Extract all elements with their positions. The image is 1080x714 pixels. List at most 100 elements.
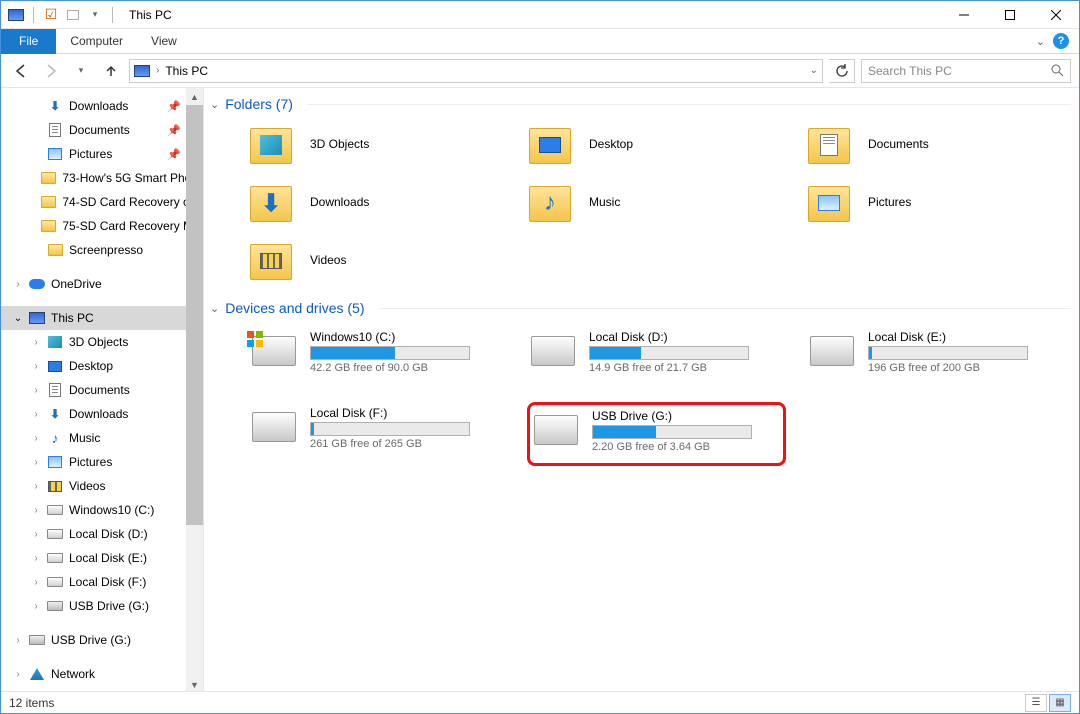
group-folders-label: Folders (7) [225,96,293,112]
qat-properties-icon[interactable]: ☑ [42,6,60,24]
drive-item[interactable]: USB Drive (G:) 2.20 GB free of 3.64 GB [527,402,786,466]
tree-pc-child[interactable]: › Local Disk (F:) [1,570,203,594]
tree-pc-child[interactable]: › Local Disk (E:) [1,546,203,570]
drive-usage-bar [310,346,470,360]
folder-icon [527,124,573,164]
tree-quick-item[interactable]: › 75-SD Card Recovery Meth [1,214,203,238]
folder-item[interactable]: ♪ Music [527,178,786,226]
status-bar: 12 items ☰ ▦ [1,691,1079,713]
file-tab[interactable]: File [1,29,56,54]
minimize-button[interactable] [941,1,987,29]
search-input[interactable]: Search This PC [861,59,1071,83]
folder-item[interactable]: Pictures [806,178,1065,226]
drive-item[interactable]: Windows10 (C:) 42.2 GB free of 90.0 GB [248,326,507,384]
scroll-thumb[interactable] [186,105,203,525]
tree-onedrive[interactable]: › OneDrive [1,272,203,296]
ribbon-expand-icon[interactable]: ⌄ [1036,35,1045,48]
breadcrumb[interactable]: This PC [165,64,208,78]
forward-button[interactable] [39,59,63,83]
content-pane[interactable]: ⌄ Folders (7) 3D Objects Desktop Documen… [204,88,1079,693]
tree-usb-root[interactable]: › USB Drive (G:) [1,628,203,652]
chevron-down-icon[interactable]: ⌄ [210,98,219,111]
tree-item-label: Local Disk (E:) [69,551,147,565]
tree-quick-item[interactable]: › Screenpresso [1,238,203,262]
folder-label: 3D Objects [310,137,369,151]
refresh-button[interactable] [829,59,855,83]
folder-item[interactable]: Desktop [527,120,786,168]
tree-item-label: 75-SD Card Recovery Meth [62,219,204,233]
tree-pc-child[interactable]: › USB Drive (G:) [1,594,203,618]
group-drives-header[interactable]: ⌄ Devices and drives (5) [210,300,1071,316]
folder-item[interactable]: Documents [806,120,1065,168]
pin-icon: 📌 [167,100,181,113]
tree-quick-item[interactable]: › Pictures 📌 [1,142,203,166]
tree-item-label: Documents [69,123,130,137]
navigation-tree[interactable]: ›⬇ Downloads 📌 › Documents 📌 › Pictures … [1,88,204,693]
tree-pc-child[interactable]: › Desktop [1,354,203,378]
tree-pc-child[interactable]: › Videos [1,474,203,498]
folder-item[interactable]: 3D Objects [248,120,507,168]
recent-dropdown-icon[interactable]: ▾ [69,59,93,83]
tab-view[interactable]: View [137,29,191,54]
tree-quick-item[interactable]: › Documents 📌 [1,118,203,142]
tree-thispc[interactable]: ⌄ This PC [1,306,203,330]
chevron-right-icon[interactable]: › [156,65,159,76]
drive-free-text: 42.2 GB free of 90.0 GB [310,362,480,374]
address-bar[interactable]: › This PC ⌄ [129,59,823,83]
drive-item[interactable]: Local Disk (F:) 261 GB free of 265 GB [248,402,507,466]
tree-scrollbar[interactable]: ▲ ▼ [186,88,203,693]
tree-item-label: Local Disk (F:) [69,575,146,589]
tree-pc-child[interactable]: › Documents [1,378,203,402]
view-large-icons-button[interactable]: ▦ [1049,694,1071,712]
folder-icon: ♪ [527,182,573,222]
tree-pc-child[interactable]: › Windows10 (C:) [1,498,203,522]
tab-computer[interactable]: Computer [56,29,137,54]
tree-pc-child[interactable]: › Local Disk (D:) [1,522,203,546]
tree-pc-child[interactable]: › 3D Objects [1,330,203,354]
folder-item[interactable]: ⬇ Downloads [248,178,507,226]
drive-item[interactable]: Local Disk (E:) 196 GB free of 200 GB [806,326,1065,384]
qat-newfolder-icon[interactable] [64,6,82,24]
tree-item-label: 73-How's 5G Smart Phone [62,171,204,185]
view-details-button[interactable]: ☰ [1025,694,1047,712]
tree-pc-child[interactable]: › Pictures [1,450,203,474]
folder-label: Music [589,195,620,209]
tree-item-label: Videos [69,479,105,493]
tree-item-label: Downloads [69,99,128,113]
group-folders-header[interactable]: ⌄ Folders (7) [210,96,1071,112]
folder-icon [806,124,852,164]
address-dropdown-icon[interactable]: ⌄ [810,65,818,76]
separator [112,7,113,23]
maximize-button[interactable] [987,1,1033,29]
tree-item-label: Pictures [69,147,112,161]
thispc-icon [134,65,150,77]
scroll-up-icon[interactable]: ▲ [186,88,203,105]
drive-name: Local Disk (E:) [868,330,1038,344]
folder-item[interactable]: Videos [248,236,507,284]
help-icon[interactable]: ? [1053,33,1069,49]
qat-dropdown-icon[interactable]: ▾ [86,6,104,24]
chevron-down-icon[interactable]: ⌄ [210,302,219,315]
close-button[interactable] [1033,1,1079,29]
tree-quick-item[interactable]: ›⬇ Downloads 📌 [1,94,203,118]
tree-network[interactable]: › Network [1,662,203,686]
drive-free-text: 196 GB free of 200 GB [868,362,1038,374]
drive-icon [531,336,575,366]
tree-item-label: Windows10 (C:) [69,503,154,517]
back-button[interactable] [9,59,33,83]
tree-quick-item[interactable]: › 74-SD Card Recovery on M [1,190,203,214]
drive-free-text: 2.20 GB free of 3.64 GB [592,441,762,453]
folder-icon: ⬇ [248,182,294,222]
drive-usage-bar [592,425,752,439]
tree-item-label: 74-SD Card Recovery on M [62,195,204,209]
drive-item[interactable]: Local Disk (D:) 14.9 GB free of 21.7 GB [527,326,786,384]
tree-pc-child[interactable]: ›♪ Music [1,426,203,450]
up-button[interactable] [99,59,123,83]
tree-item-label: Music [69,431,100,445]
folder-icon [806,182,852,222]
tree-item-label: USB Drive (G:) [51,633,131,647]
folder-icon [248,124,294,164]
tree-quick-item[interactable]: › 73-How's 5G Smart Phone [1,166,203,190]
tree-pc-child[interactable]: ›⬇ Downloads [1,402,203,426]
drive-free-text: 261 GB free of 265 GB [310,438,480,450]
